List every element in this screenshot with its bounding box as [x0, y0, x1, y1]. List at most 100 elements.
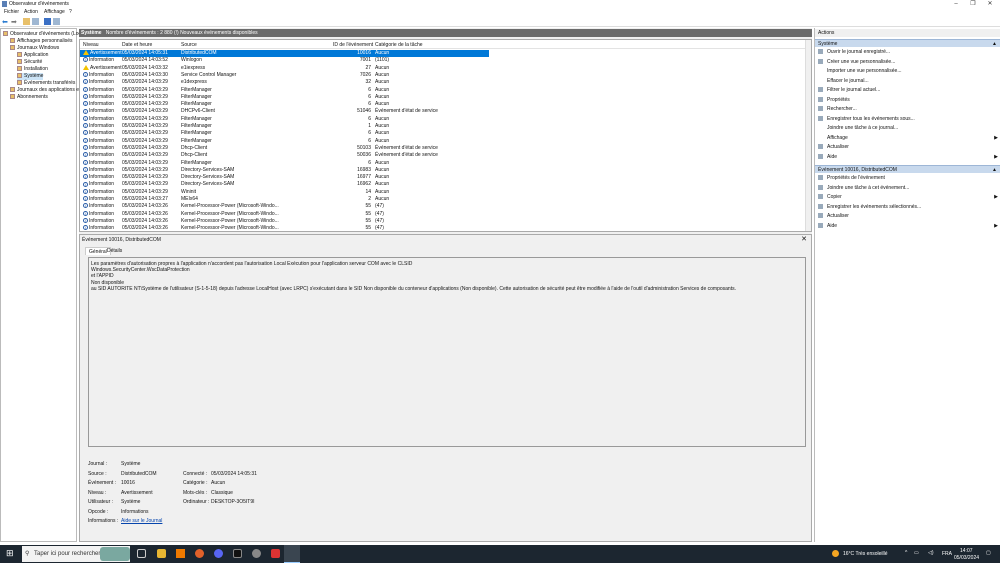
event-row[interactable]: Avertissement 05/03/2024 14:03:32 e1iexpre… [80, 65, 489, 72]
event-row[interactable]: i Information 05/03/2024 14:03:27 MEIx64 2 Au… [80, 196, 489, 203]
calendar-app-icon[interactable] [271, 549, 280, 558]
event-message[interactable]: Les paramètres d'autorisation propres à … [88, 257, 806, 447]
clock-time[interactable]: 14:07 [960, 548, 973, 554]
weather-icon[interactable] [832, 550, 839, 557]
show-hide-actions-icon[interactable] [53, 18, 60, 25]
help-icon[interactable] [44, 18, 51, 25]
action-item[interactable]: Affichage ▶ [818, 134, 998, 143]
app-icon[interactable] [252, 549, 261, 558]
tree-item[interactable]: Observateur d'événements (Local) [3, 31, 87, 38]
action-item[interactable]: Actualiser [818, 212, 998, 221]
tray-chevron-icon[interactable]: ^ [905, 550, 907, 556]
event-row[interactable]: i Information 05/03/2024 14:03:29 FilterMan… [80, 123, 489, 130]
tree-item[interactable]: Installation [17, 66, 48, 73]
detail-close-button[interactable]: ✕ [801, 235, 807, 243]
maximize-button[interactable]: ❐ [967, 0, 979, 8]
terminal-icon[interactable] [233, 549, 242, 558]
notifications-icon[interactable]: ▢ [986, 550, 991, 556]
action-label: Enregistrer les événements sélectionnés.… [827, 203, 922, 210]
action-item[interactable]: Aide ▶ [818, 153, 998, 162]
action-item[interactable]: Aide ▶ [818, 222, 998, 231]
event-category: (1101) [375, 57, 390, 64]
event-row[interactable]: i Information 05/03/2024 14:03:29 FilterMan… [80, 87, 489, 94]
action-item[interactable]: Créer une vue personnalisée... [818, 58, 998, 67]
forward-icon[interactable]: ➡ [11, 18, 18, 26]
event-row[interactable]: i Information 05/03/2024 14:03:26 Kernel-Pr… [80, 203, 489, 210]
col-category[interactable]: Catégorie de la tâche [375, 42, 423, 48]
actions-section-event[interactable]: Événement 10016, DistributedCOM ▲ [815, 165, 1000, 173]
action-item[interactable]: Actualiser [818, 143, 998, 152]
menu-action[interactable]: Action [24, 9, 38, 15]
close-button[interactable]: ✕ [984, 0, 996, 8]
collapse-icon[interactable]: ▲ [992, 40, 997, 48]
actions-section-log[interactable]: Système ▲ [815, 39, 1000, 47]
clock-date[interactable]: 05/03/2024 [954, 555, 979, 561]
file-explorer-icon[interactable] [157, 549, 166, 558]
tree-item[interactable]: Abonnements [10, 94, 48, 101]
tree-item[interactable]: Système [17, 73, 44, 80]
event-row[interactable]: i Information 05/03/2024 14:03:29 FilterMan… [80, 138, 489, 145]
event-row[interactable]: Avertissement 05/03/2024 14:05:31 Distribu… [80, 50, 489, 58]
col-date[interactable]: Date et heure [122, 42, 152, 48]
menu-affichage[interactable]: Affichage [44, 9, 65, 15]
tree-item[interactable]: Sécurité [17, 59, 42, 66]
discord-icon[interactable] [214, 549, 223, 558]
language-indicator[interactable]: FRA [942, 551, 952, 557]
weather-text[interactable]: 16°C Très ensoleillé [843, 551, 888, 557]
start-icon[interactable]: ⊞ [6, 549, 15, 558]
show-hide-tree-icon[interactable] [32, 18, 39, 25]
action-item[interactable]: Ouvrir le journal enregistré... [818, 48, 998, 57]
volume-icon[interactable]: ◁) [928, 550, 934, 556]
info-icon: i [83, 86, 88, 92]
event-row[interactable]: i Information 05/03/2024 14:03:26 Kernel-Pr… [80, 211, 489, 218]
menu-help[interactable]: ? [69, 9, 72, 15]
event-row[interactable]: i Information 05/03/2024 14:03:52 Winlogon 7… [80, 57, 489, 64]
tree-item[interactable]: Application [17, 52, 48, 59]
minimize-button[interactable]: – [950, 0, 962, 8]
event-row[interactable]: i Information 05/03/2024 14:03:29 Dhcp-Clie… [80, 152, 489, 159]
action-item[interactable]: Effacer le journal... [818, 77, 998, 86]
action-item[interactable]: Joindre une tâche à ce journal... [818, 124, 998, 133]
firefox-icon[interactable] [195, 549, 204, 558]
tab-details[interactable]: Détails [104, 247, 125, 255]
network-icon[interactable]: ▭ [914, 550, 919, 556]
event-row[interactable]: i Information 05/03/2024 14:03:26 Kernel-Pr… [80, 218, 489, 225]
tree-item[interactable]: Affichages personnalisés [10, 38, 73, 45]
event-row[interactable]: i Information 05/03/2024 14:03:29 Wininit 14… [80, 189, 489, 196]
action-item[interactable]: Filtrer le journal actuel... [818, 86, 998, 95]
event-row[interactable]: i Information 05/03/2024 14:03:29 Directory… [80, 174, 489, 181]
col-niveau[interactable]: Niveau [83, 42, 99, 48]
event-row[interactable]: i Information 05/03/2024 14:03:29 FilterMan… [80, 160, 489, 167]
action-item[interactable]: Importer une vue personnalisée... [818, 67, 998, 76]
event-row[interactable]: i Information 05/03/2024 14:03:29 Directory… [80, 181, 489, 188]
col-id[interactable]: ID de l'événement [333, 42, 373, 48]
event-row[interactable]: i Information 05/03/2024 14:03:29 FilterMan… [80, 130, 489, 137]
event-list-scrollbar[interactable] [805, 40, 811, 231]
tree-item[interactable]: Journaux Windows [10, 45, 59, 52]
vlc-icon[interactable] [176, 549, 185, 558]
action-item[interactable]: Propriétés de l'événement [818, 174, 998, 183]
action-item[interactable]: Enregistrer les événements sélectionnés.… [818, 203, 998, 212]
tree-item[interactable]: Journaux des applications et [10, 87, 80, 94]
event-row[interactable]: i Information 05/03/2024 14:03:29 e1dexpres… [80, 79, 489, 86]
action-item[interactable]: Joindre une tâche à cet événement... [818, 184, 998, 193]
task-view-icon[interactable] [137, 549, 146, 558]
event-viewer-taskbar-button[interactable] [284, 545, 300, 563]
event-row[interactable]: i Information 05/03/2024 14:03:30 Service C… [80, 72, 489, 79]
action-item[interactable]: Copier ▶ [818, 193, 998, 202]
up-folder-icon[interactable] [23, 18, 30, 25]
col-source[interactable]: Source [181, 42, 197, 48]
menu-fichier[interactable]: Fichier [4, 9, 19, 15]
action-item[interactable]: Rechercher... [818, 105, 998, 114]
journal-help-link[interactable]: Aide sur le Journal [121, 518, 162, 524]
collapse-icon[interactable]: ▲ [992, 166, 997, 174]
event-row[interactable]: i Information 05/03/2024 14:03:26 Kernel-Pr… [80, 225, 489, 231]
action-item[interactable]: Enregistrer tous les événements sous... [818, 115, 998, 124]
event-row[interactable]: i Information 05/03/2024 14:03:29 Directory… [80, 167, 489, 174]
tree-item[interactable]: Événements transférés [17, 80, 75, 87]
back-icon[interactable]: ⬅ [2, 18, 9, 26]
event-row[interactable]: i Information 05/03/2024 14:03:29 FilterMan… [80, 94, 489, 101]
action-item[interactable]: Propriétés [818, 96, 998, 105]
event-row[interactable]: i Information 05/03/2024 14:03:29 FilterMan… [80, 116, 489, 123]
event-row[interactable]: i Information 05/03/2024 14:03:29 DHCPv6-Cl… [80, 108, 489, 115]
